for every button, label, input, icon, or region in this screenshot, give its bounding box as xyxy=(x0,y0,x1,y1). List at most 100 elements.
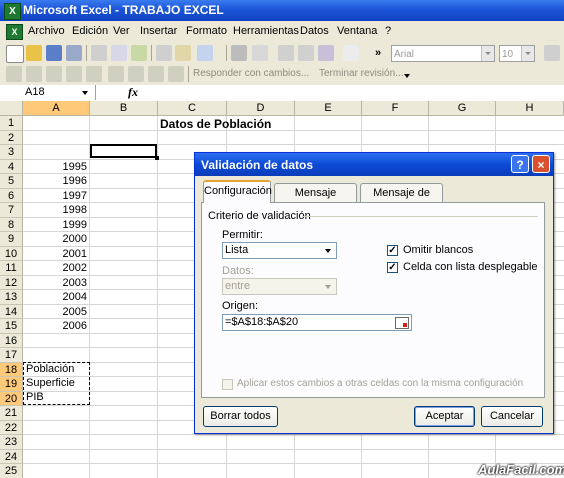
year-cell[interactable]: 1996 xyxy=(23,174,87,188)
menu-insertar[interactable]: Insertar xyxy=(140,25,177,37)
row-header[interactable]: 15 xyxy=(0,319,23,334)
column-header-h[interactable]: H xyxy=(496,101,564,116)
chart-wizard-icon[interactable] xyxy=(318,45,334,61)
row-header[interactable]: 23 xyxy=(0,435,23,450)
cut-icon[interactable] xyxy=(156,45,172,61)
menu-ventana[interactable]: Ventana xyxy=(337,25,377,37)
year-cell[interactable]: 1998 xyxy=(23,203,87,217)
ok-button[interactable]: Aceptar xyxy=(414,406,475,427)
year-cell[interactable]: 1999 xyxy=(23,218,87,232)
delete-comment-icon[interactable] xyxy=(108,66,124,82)
row-header[interactable]: 21 xyxy=(0,406,23,421)
print-preview-icon[interactable] xyxy=(111,45,127,61)
year-cell[interactable]: 1995 xyxy=(23,160,87,174)
row-header[interactable]: 19 xyxy=(0,377,23,392)
year-cell[interactable]: 1997 xyxy=(23,189,87,203)
row-header[interactable]: 11 xyxy=(0,261,23,276)
row-header[interactable]: 18 xyxy=(0,362,23,377)
tab-mensaje-entrante[interactable]: Mensaje entrante xyxy=(274,183,357,217)
show-comment-icon[interactable] xyxy=(66,66,82,82)
allow-select[interactable]: Lista xyxy=(222,242,337,259)
row-header[interactable]: 25 xyxy=(0,464,23,478)
collapse-dialog-icon[interactable] xyxy=(395,317,409,329)
menu-archivo[interactable]: Archivo xyxy=(28,25,65,37)
data-select[interactable]: entre xyxy=(222,278,337,295)
hyperlink-icon[interactable] xyxy=(231,45,247,61)
tab-configuracion[interactable]: Configuración xyxy=(203,180,272,203)
year-cell[interactable]: 2003 xyxy=(23,276,87,290)
tab-mensaje-error[interactable]: Mensaje de error xyxy=(360,183,443,217)
year-cell[interactable]: 2006 xyxy=(23,319,87,333)
font-size-select[interactable]: 10 xyxy=(499,45,535,62)
row-header[interactable]: 24 xyxy=(0,449,23,464)
column-header-a[interactable]: A xyxy=(23,101,90,116)
next-comment-icon[interactable] xyxy=(46,66,62,82)
font-name-select[interactable]: Arial xyxy=(391,45,495,62)
column-header-f[interactable]: F xyxy=(362,101,429,116)
menu-help[interactable]: ? xyxy=(385,25,391,37)
row-header[interactable]: 12 xyxy=(0,275,23,290)
sort-ascending-icon[interactable] xyxy=(298,45,314,61)
zoom-icon[interactable] xyxy=(343,45,359,61)
row-header[interactable]: 14 xyxy=(0,304,23,319)
row-header[interactable]: 6 xyxy=(0,188,23,203)
dropdown-in-cell-checkbox[interactable]: ✓ xyxy=(387,262,398,273)
ignore-blank-checkbox[interactable]: ✓ xyxy=(387,245,398,256)
print-icon[interactable] xyxy=(91,45,107,61)
undo-icon[interactable] xyxy=(197,45,213,61)
year-cell[interactable]: 2004 xyxy=(23,290,87,304)
show-all-comments-icon[interactable] xyxy=(86,66,102,82)
title-cell-c1[interactable]: Datos de Población xyxy=(160,117,271,131)
more-buttons-icon[interactable]: » xyxy=(370,45,386,61)
format-painter-icon[interactable] xyxy=(175,45,191,61)
row-header[interactable]: 1 xyxy=(0,116,23,131)
save-icon[interactable] xyxy=(46,45,62,61)
row-header[interactable]: 5 xyxy=(0,174,23,189)
row-header[interactable]: 3 xyxy=(0,145,23,160)
row-header[interactable]: 16 xyxy=(0,333,23,348)
year-cell[interactable]: 2005 xyxy=(23,305,87,319)
row-header[interactable]: 4 xyxy=(0,159,23,174)
row-header[interactable]: 22 xyxy=(0,420,23,435)
menu-herramientas[interactable]: Herramientas xyxy=(233,25,299,37)
new-icon[interactable] xyxy=(6,45,24,63)
column-header-c[interactable]: C xyxy=(158,101,227,116)
open-icon[interactable] xyxy=(26,45,42,61)
prev-comment-icon[interactable] xyxy=(26,66,42,82)
clear-all-button[interactable]: Borrar todos xyxy=(203,406,278,427)
fill-handle[interactable] xyxy=(155,156,159,160)
ink-annotations-icon[interactable] xyxy=(168,66,184,82)
select-all-corner[interactable] xyxy=(0,101,23,116)
reply-changes-button[interactable]: Responder con cambios... xyxy=(193,68,309,79)
toolbar-options-icon[interactable] xyxy=(404,74,410,78)
column-header-b[interactable]: B xyxy=(90,101,158,116)
track-changes-icon[interactable] xyxy=(128,66,144,82)
row-header[interactable]: 20 xyxy=(0,391,23,406)
year-cell[interactable]: 2002 xyxy=(23,261,87,275)
send-icon[interactable] xyxy=(148,66,164,82)
name-box[interactable]: A18 xyxy=(0,85,96,100)
row-header[interactable]: 7 xyxy=(0,203,23,218)
new-comment-icon[interactable] xyxy=(6,66,22,82)
active-cell-b3[interactable] xyxy=(90,144,157,158)
column-header-d[interactable]: D xyxy=(227,101,295,116)
help-button[interactable]: ? xyxy=(511,155,529,173)
year-cell[interactable]: 2001 xyxy=(23,247,87,261)
column-header-e[interactable]: E xyxy=(295,101,362,116)
row-header[interactable]: 17 xyxy=(0,348,23,363)
end-review-button[interactable]: Terminar revisión... xyxy=(319,68,403,79)
workbook-icon[interactable]: X xyxy=(6,24,23,40)
cell-a19[interactable]: Superficie xyxy=(26,376,75,390)
cancel-button[interactable]: Cancelar xyxy=(481,406,543,427)
cell-a20[interactable]: PIB xyxy=(26,390,44,404)
permission-icon[interactable] xyxy=(66,45,82,61)
menu-edicion[interactable]: Edición xyxy=(72,25,108,37)
spelling-icon[interactable] xyxy=(131,45,147,61)
menu-ver[interactable]: Ver xyxy=(113,25,130,37)
bold-icon[interactable] xyxy=(544,45,560,61)
menu-formato[interactable]: Formato xyxy=(186,25,227,37)
column-header-g[interactable]: G xyxy=(429,101,496,116)
insert-function-icon[interactable] xyxy=(278,45,294,61)
row-header[interactable]: 8 xyxy=(0,217,23,232)
autosum-icon[interactable] xyxy=(252,45,268,61)
